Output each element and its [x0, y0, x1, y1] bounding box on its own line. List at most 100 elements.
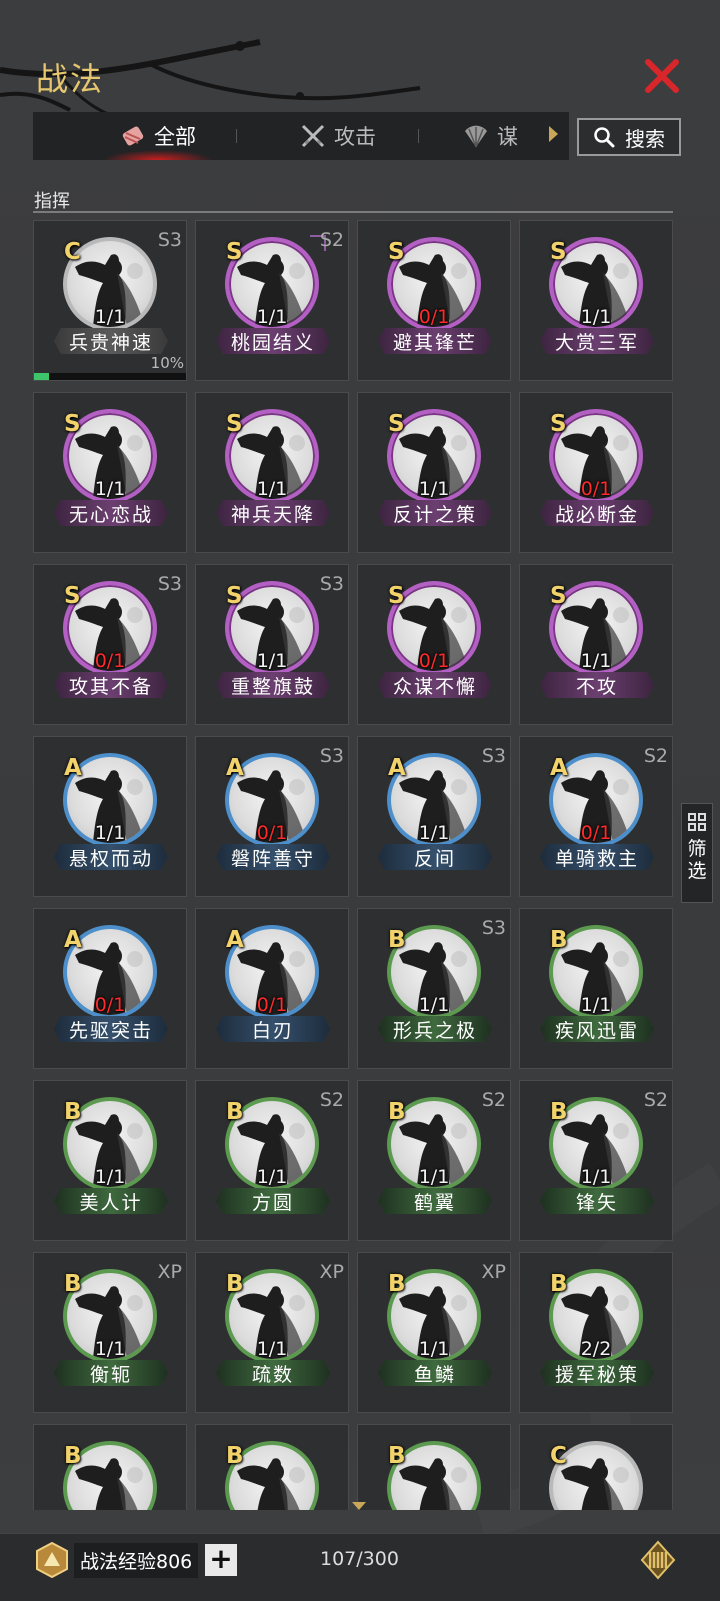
skill-card[interactable]: S S2 1/1 桃园结义	[195, 220, 349, 381]
skill-card[interactable]: A S3 0/1 磐阵善守	[195, 736, 349, 897]
skill-name: 避其锋芒	[378, 328, 492, 354]
skill-count: 0/1	[418, 650, 450, 672]
section-title: 指挥	[34, 191, 70, 212]
tab-attack[interactable]: 攻击	[263, 112, 413, 160]
grid-filter-icon	[688, 813, 706, 831]
fan-icon	[465, 125, 487, 148]
tab-divider	[236, 129, 237, 143]
skill-count: 1/1	[256, 1338, 288, 1360]
skill-card[interactable]: S S3 1/1 重整旗鼓	[195, 564, 349, 725]
skill-count: 1/1	[94, 822, 126, 844]
skill-card[interactable]: B 2/2 援军秘策	[519, 1252, 673, 1413]
skill-tier: S3	[481, 917, 506, 939]
skill-progress-fill	[34, 373, 50, 380]
skill-count: 1/1	[94, 478, 126, 500]
page-title: 战法	[36, 60, 105, 98]
skill-card[interactable]: B XP 1/1 鱼鳞	[357, 1252, 511, 1413]
skill-exp-icon	[36, 1542, 68, 1578]
skill-card[interactable]: B 1/1 疾风迅雷	[519, 908, 673, 1069]
skill-tier: XP	[157, 1261, 182, 1283]
skill-card[interactable]: B S2 1/1 锋矢	[519, 1080, 673, 1241]
skill-card[interactable]: B S2 1/1 鹤翼	[357, 1080, 511, 1241]
skill-rank: C	[550, 1443, 567, 1469]
skill-name: 不攻	[540, 672, 654, 698]
skill-card[interactable]: C S3 1/1 兵贵神速 10%	[33, 220, 187, 381]
skill-card[interactable]: A 1/1 悬权而动	[33, 736, 187, 897]
skill-count: 1/1	[256, 1166, 288, 1188]
skill-grid: C S3 1/1 兵贵神速 10% S S2 1/1 桃园结义 S 0/1 避其锋芒 S 1/1 大赏三军 S…	[33, 220, 673, 1510]
skill-rank: A	[388, 755, 406, 781]
skill-card[interactable]: B 1/1 美人计	[33, 1080, 187, 1241]
skill-card[interactable]: S S3 0/1 攻其不备	[33, 564, 187, 725]
skill-count: 1/1	[418, 994, 450, 1016]
tab-all[interactable]: 全部	[83, 112, 233, 160]
skill-tier: S2	[643, 1089, 668, 1111]
skill-name: 形兵之极	[378, 1016, 492, 1042]
search-button[interactable]: 搜索	[577, 118, 681, 156]
skill-card[interactable]: B S2 1/1 方圆	[195, 1080, 349, 1241]
skill-count: 1/1	[418, 1338, 450, 1360]
skill-card[interactable]: B XP 1/1 衡轭	[33, 1252, 187, 1413]
filter-button[interactable]: 筛选	[681, 803, 713, 903]
skill-name: 单骑救主	[540, 844, 654, 870]
skill-card[interactable]: B	[195, 1424, 349, 1510]
skill-count: 1/1	[256, 650, 288, 672]
skill-name: 攻其不备	[54, 672, 168, 698]
skill-rank: B	[388, 1099, 406, 1125]
skill-name: 白刃	[216, 1016, 330, 1042]
skill-name: 大赏三军	[540, 328, 654, 354]
skill-name: 重整旗鼓	[216, 672, 330, 698]
skill-progress-bar	[34, 373, 186, 380]
skill-name: 战必断金	[540, 500, 654, 526]
skill-count: 1/1	[94, 1338, 126, 1360]
skill-count: 1/1	[580, 994, 612, 1016]
skill-card[interactable]: S 0/1 战必断金	[519, 392, 673, 553]
skill-rank: B	[64, 1443, 82, 1469]
scroll-book-icon[interactable]	[638, 1540, 678, 1580]
skill-rank: B	[64, 1099, 82, 1125]
skill-name: 反计之策	[378, 500, 492, 526]
skill-count: 1/1	[256, 478, 288, 500]
skill-rank: A	[226, 755, 244, 781]
skill-card[interactable]: S 1/1 神兵天降	[195, 392, 349, 553]
skill-card[interactable]: B	[357, 1424, 511, 1510]
skill-rank: C	[64, 239, 81, 265]
skill-count: 1/1	[94, 306, 126, 328]
skill-card[interactable]: S 0/1 避其锋芒	[357, 220, 511, 381]
skill-tier: XP	[319, 1261, 344, 1283]
add-exp-button[interactable]: +	[205, 1544, 237, 1576]
skill-card[interactable]: A S2 0/1 单骑救主	[519, 736, 673, 897]
scroll-down-indicator-icon	[352, 1502, 366, 1510]
skill-tier: S3	[157, 229, 182, 251]
skill-count: 0/1	[580, 478, 612, 500]
skill-card[interactable]: B S3 1/1 形兵之极	[357, 908, 511, 1069]
tab-attack-label: 攻击	[334, 125, 376, 149]
skill-card[interactable]: C	[519, 1424, 673, 1510]
skill-progress-label: 10%	[150, 354, 184, 372]
close-icon[interactable]	[642, 56, 682, 96]
skill-card[interactable]: A S3 1/1 反间	[357, 736, 511, 897]
skill-rank: S	[64, 583, 81, 609]
skill-card[interactable]: B	[33, 1424, 187, 1510]
skill-tier: XP	[481, 1261, 506, 1283]
skill-card[interactable]: A 0/1 白刃	[195, 908, 349, 1069]
skill-card[interactable]: A 0/1 先驱突击	[33, 908, 187, 1069]
skill-card[interactable]: S 1/1 无心恋战	[33, 392, 187, 553]
skill-card[interactable]: S 0/1 众谋不懈	[357, 564, 511, 725]
skill-rank: S	[388, 583, 405, 609]
tab-scroll-right-icon[interactable]	[549, 126, 558, 142]
section-divider	[33, 211, 673, 213]
crossed-swords-icon	[301, 124, 325, 148]
tab-all-label: 全部	[154, 125, 196, 149]
skill-card[interactable]: S 1/1 大赏三军	[519, 220, 673, 381]
skill-count: 0/1	[94, 650, 126, 672]
skill-name: 兵贵神速	[54, 328, 168, 354]
skill-rank: S	[226, 239, 243, 265]
skill-rank: A	[64, 927, 82, 953]
skill-card[interactable]: B XP 1/1 疏数	[195, 1252, 349, 1413]
skill-name: 鱼鳞	[378, 1360, 492, 1386]
skill-card[interactable]: S 1/1 反计之策	[357, 392, 511, 553]
skill-card[interactable]: S 1/1 不攻	[519, 564, 673, 725]
skill-count: 1/1	[94, 1166, 126, 1188]
skill-rank: A	[64, 755, 82, 781]
